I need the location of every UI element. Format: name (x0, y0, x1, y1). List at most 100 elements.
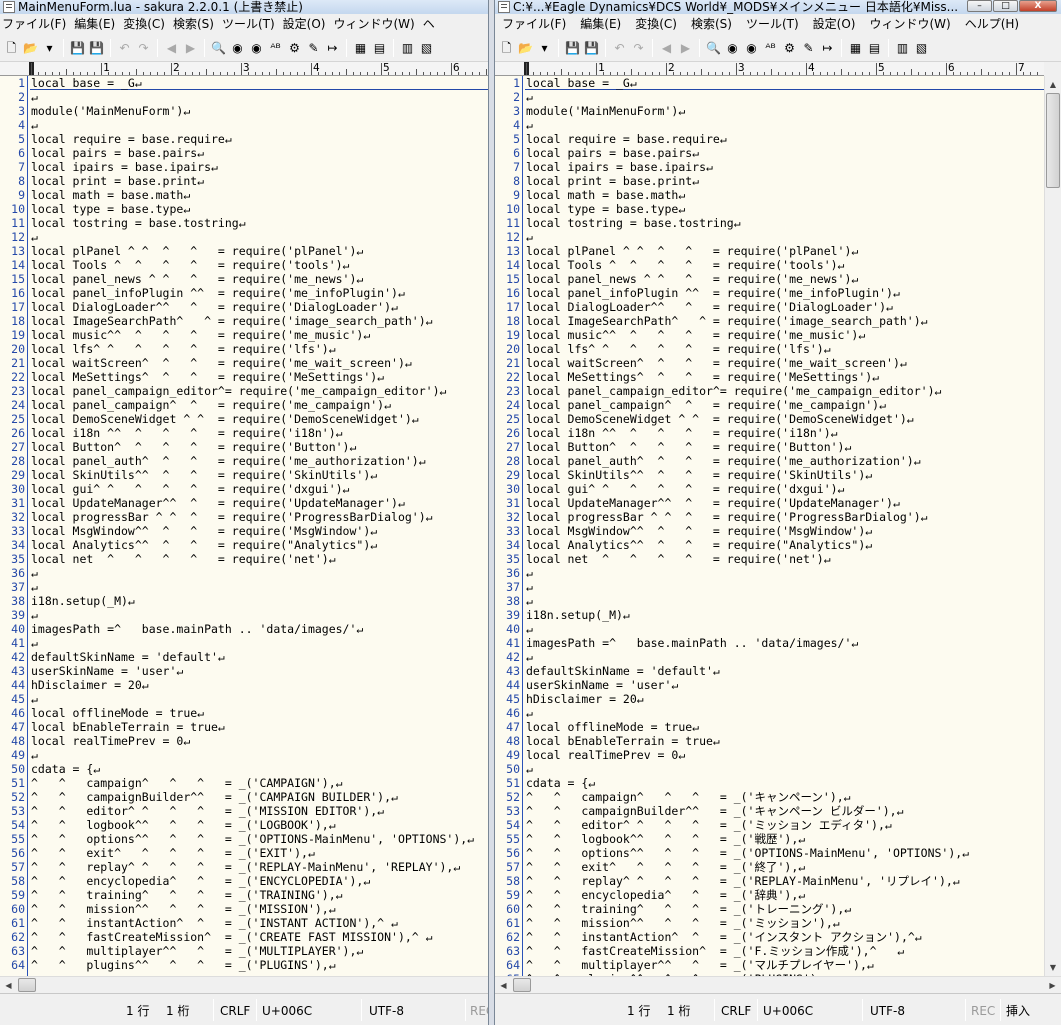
code-line[interactable]: 34 local Analytics^^ ^ ^ = require("Analy… (495, 538, 1044, 552)
code-line[interactable]: 7 local ipairs = base.ipairs↵ (495, 160, 1044, 174)
code-line[interactable]: 11 local tostring = base.tostring↵ (495, 216, 1044, 230)
text-editor[interactable]: 1 local base = _G↵ 2 ↵ 3 module('MainMenuForm… (495, 76, 1044, 976)
code-line[interactable]: 39 ↵ (0, 608, 488, 622)
jump-forward-icon[interactable]: ▶ (676, 39, 695, 58)
search-icon[interactable]: 🔍 (704, 39, 723, 58)
code-line[interactable]: 17 local DialogLoader^^ ^ = require('Dial… (0, 300, 488, 314)
tag-jump-icon[interactable]: ↦ (818, 39, 837, 58)
code-line[interactable]: 54 ^ ^ editor^ ^ ^ ^ = _('ミッション エディタ'),↵ (495, 818, 1044, 832)
code-line[interactable]: 4 ↵ (495, 118, 1044, 132)
title-bar[interactable]: MainMenuForm.lua - sakura 2.2.0.1 (上書き禁止… (0, 0, 488, 14)
replace-icon[interactable]: ᴬᴮ (761, 39, 780, 58)
code-line[interactable]: 2 ↵ (0, 90, 488, 104)
scroll-left-icon[interactable]: ◀ (495, 977, 512, 994)
redo-icon[interactable]: ↷ (629, 39, 648, 58)
code-line[interactable]: 55 ^ ^ logbook^^ ^ ^ = _('戦歴'),↵ (495, 832, 1044, 846)
code-line[interactable]: 49 local realTimePrev = 0↵ (495, 748, 1044, 762)
code-line[interactable]: 29 local SkinUtils^^ ^ ^ = require('SkinU… (0, 468, 488, 482)
code-line[interactable]: 56 ^ ^ options^^ ^ ^ = _('OPTIONS-MainMen… (495, 846, 1044, 860)
code-line[interactable]: 51 cdata = {↵ (495, 776, 1044, 790)
close-button[interactable]: X (1019, 0, 1057, 12)
dropdown-icon[interactable]: ▾ (40, 39, 59, 58)
code-line[interactable]: 13 local plPanel ^ ^ ^ ^ = require('plPan… (495, 244, 1044, 258)
menu-search[interactable]: 検索(S) (684, 14, 739, 35)
code-line[interactable]: 3 module('MainMenuForm')↵ (495, 104, 1044, 118)
code-line[interactable]: 57 ^ ^ replay^ ^ ^ ^ = _('REPLAY-MainMenu… (0, 860, 488, 874)
code-line[interactable]: 10 local type = base.type↵ (495, 202, 1044, 216)
code-line[interactable]: 15 local panel_news ^ ^ ^ = require('me_n… (495, 272, 1044, 286)
code-line[interactable]: 27 local Button^ ^ ^ ^ = require('Button'… (0, 440, 488, 454)
code-line[interactable]: 14 local Tools ^ ^ ^ ^ = require('tools')… (495, 258, 1044, 272)
code-line[interactable]: 60 ^ ^ training^ ^ ^ = _('トレーニング'),↵ (495, 902, 1044, 916)
menu-window[interactable]: ウィンドウ(W) (862, 14, 957, 35)
code-line[interactable]: 5 local require = base.require↵ (495, 132, 1044, 146)
code-line[interactable]: 27 local Button^ ^ ^ ^ = require('Button'… (495, 440, 1044, 454)
code-line[interactable]: 55 ^ ^ options^^ ^ ^ = _('OPTIONS-MainMen… (0, 832, 488, 846)
save-icon[interactable]: 💾 (68, 39, 87, 58)
vertical-scroll-thumb[interactable] (1046, 93, 1060, 188)
code-line[interactable]: 31 local UpdateManager^^ ^ = require('Upd… (0, 496, 488, 510)
code-line[interactable]: 19 local music^^ ^ ^ ^ = require('me_musi… (0, 328, 488, 342)
code-line[interactable]: 7 local ipairs = base.ipairs↵ (0, 160, 488, 174)
code-line[interactable]: 64 ^ ^ multiplayer^^ ^ = _('マルチプレイヤー'),↵ (495, 958, 1044, 972)
code-line[interactable]: 54 ^ ^ logbook^^ ^ ^ = _('LOGBOOK'),↵ (0, 818, 488, 832)
code-line[interactable]: 1 local base = _G↵ (0, 76, 488, 90)
open-file-icon[interactable]: 📂 (516, 39, 535, 58)
code-line[interactable]: 38 ↵ (495, 594, 1044, 608)
code-line[interactable]: 62 ^ ^ instantAction^ ^ = _('インスタント アクション… (495, 930, 1044, 944)
horizontal-scrollbar[interactable]: ◀ (0, 976, 488, 993)
code-line[interactable]: 33 local MsgWindow^^ ^ ^ = require('MsgWi… (495, 524, 1044, 538)
code-line[interactable]: 15 local panel_news ^ ^ ^ = require('me_n… (0, 272, 488, 286)
code-line[interactable]: 1 local base = _G↵ (495, 76, 1044, 90)
search-next-icon[interactable]: ◉ (742, 39, 761, 58)
code-line[interactable]: 62 ^ ^ fastCreateMission^ = _('CREATE FAS… (0, 930, 488, 944)
code-line[interactable]: 59 ^ ^ training^ ^ ^ = _('TRAINING'),↵ (0, 888, 488, 902)
code-line[interactable]: 10 local type = base.type↵ (0, 202, 488, 216)
code-line[interactable]: 64 ^ ^ plugins^^ ^ ^ = _('PLUGINS'),↵ (0, 958, 488, 972)
code-line[interactable]: 20 local lfs^ ^ ^ ^ ^ = require('lfs')↵ (0, 342, 488, 356)
code-line[interactable]: 30 local gui^ ^ ^ ^ ^ = require('dxgui')↵ (495, 482, 1044, 496)
code-line[interactable]: 16 local panel_infoPlugin ^^ = require('m… (0, 286, 488, 300)
window-split-icon[interactable]: ▤ (865, 39, 884, 58)
code-line[interactable]: 39 i18n.setup(_M)↵ (495, 608, 1044, 622)
code-line[interactable]: 52 ^ ^ campaignBuilder^^ = _('CAMPAIGN BU… (0, 790, 488, 804)
code-line[interactable]: 44 hDisclaimer = 20↵ (0, 678, 488, 692)
window-split-icon[interactable]: ▤ (370, 39, 389, 58)
code-line[interactable]: 21 local waitScreen^ ^ ^ = require('me_wa… (0, 356, 488, 370)
code-line[interactable]: 37 ↵ (495, 580, 1044, 594)
code-line[interactable]: 51 ^ ^ campaign^ ^ ^ = _('CAMPAIGN'),↵ (0, 776, 488, 790)
code-line[interactable]: 22 local MeSettings^ ^ ^ = require('MeSet… (0, 370, 488, 384)
outline-icon[interactable]: ▦ (351, 39, 370, 58)
horizontal-scroll-thumb[interactable] (18, 978, 36, 992)
code-line[interactable]: 23 local panel_campaign_editor^= require(… (495, 384, 1044, 398)
code-line[interactable]: 2 ↵ (495, 90, 1044, 104)
code-line[interactable]: 58 ^ ^ replay^ ^ ^ ^ = _('REPLAY-MainMenu… (495, 874, 1044, 888)
code-line[interactable]: 21 local waitScreen^ ^ ^ = require('me_wa… (495, 356, 1044, 370)
code-line[interactable]: 40 ↵ (495, 622, 1044, 636)
code-line[interactable]: 58 ^ ^ encyclopedia^ ^ = _('ENCYCLOPEDIA'… (0, 874, 488, 888)
code-line[interactable]: 41 ↵ (0, 636, 488, 650)
code-line[interactable]: 32 local progressBar ^ ^ ^ = require('Pro… (495, 510, 1044, 524)
code-line[interactable]: 63 ^ ^ fastCreateMission^ = _('F.ミッション作成'… (495, 944, 1044, 958)
search-prev-icon[interactable]: ◉ (228, 39, 247, 58)
code-line[interactable]: 59 ^ ^ encyclopedia^ ^ = _('辞典'),↵ (495, 888, 1044, 902)
horizontal-scroll-thumb[interactable] (513, 978, 531, 992)
code-line[interactable]: 11 local tostring = base.tostring↵ (0, 216, 488, 230)
code-line[interactable]: 32 local progressBar ^ ^ ^ = require('Pro… (0, 510, 488, 524)
jump-back-icon[interactable]: ◀ (162, 39, 181, 58)
save-as-icon[interactable]: 💾 (582, 39, 601, 58)
menu-window[interactable]: ウィンドウ(W) (331, 14, 420, 35)
print-preview-icon[interactable]: ▧ (417, 39, 436, 58)
menu-settings[interactable]: 設定(O) (806, 14, 863, 35)
grep-replace-icon[interactable]: ✎ (304, 39, 323, 58)
minimize-button[interactable]: – (967, 0, 992, 12)
grep-icon[interactable]: ⚙ (285, 39, 304, 58)
code-line[interactable]: 61 ^ ^ instantAction^ ^ = _('INSTANT ACTI… (0, 916, 488, 930)
code-line[interactable]: 6 local pairs = base.pairs↵ (495, 146, 1044, 160)
search-prev-icon[interactable]: ◉ (723, 39, 742, 58)
code-line[interactable]: 20 local lfs^ ^ ^ ^ ^ = require('lfs')↵ (495, 342, 1044, 356)
menu-edit[interactable]: 編集(E) (573, 14, 628, 35)
save-icon[interactable]: 💾 (563, 39, 582, 58)
code-line[interactable]: 42 defaultSkinName = 'default'↵ (0, 650, 488, 664)
menu-convert[interactable]: 変換(C) (121, 14, 171, 35)
